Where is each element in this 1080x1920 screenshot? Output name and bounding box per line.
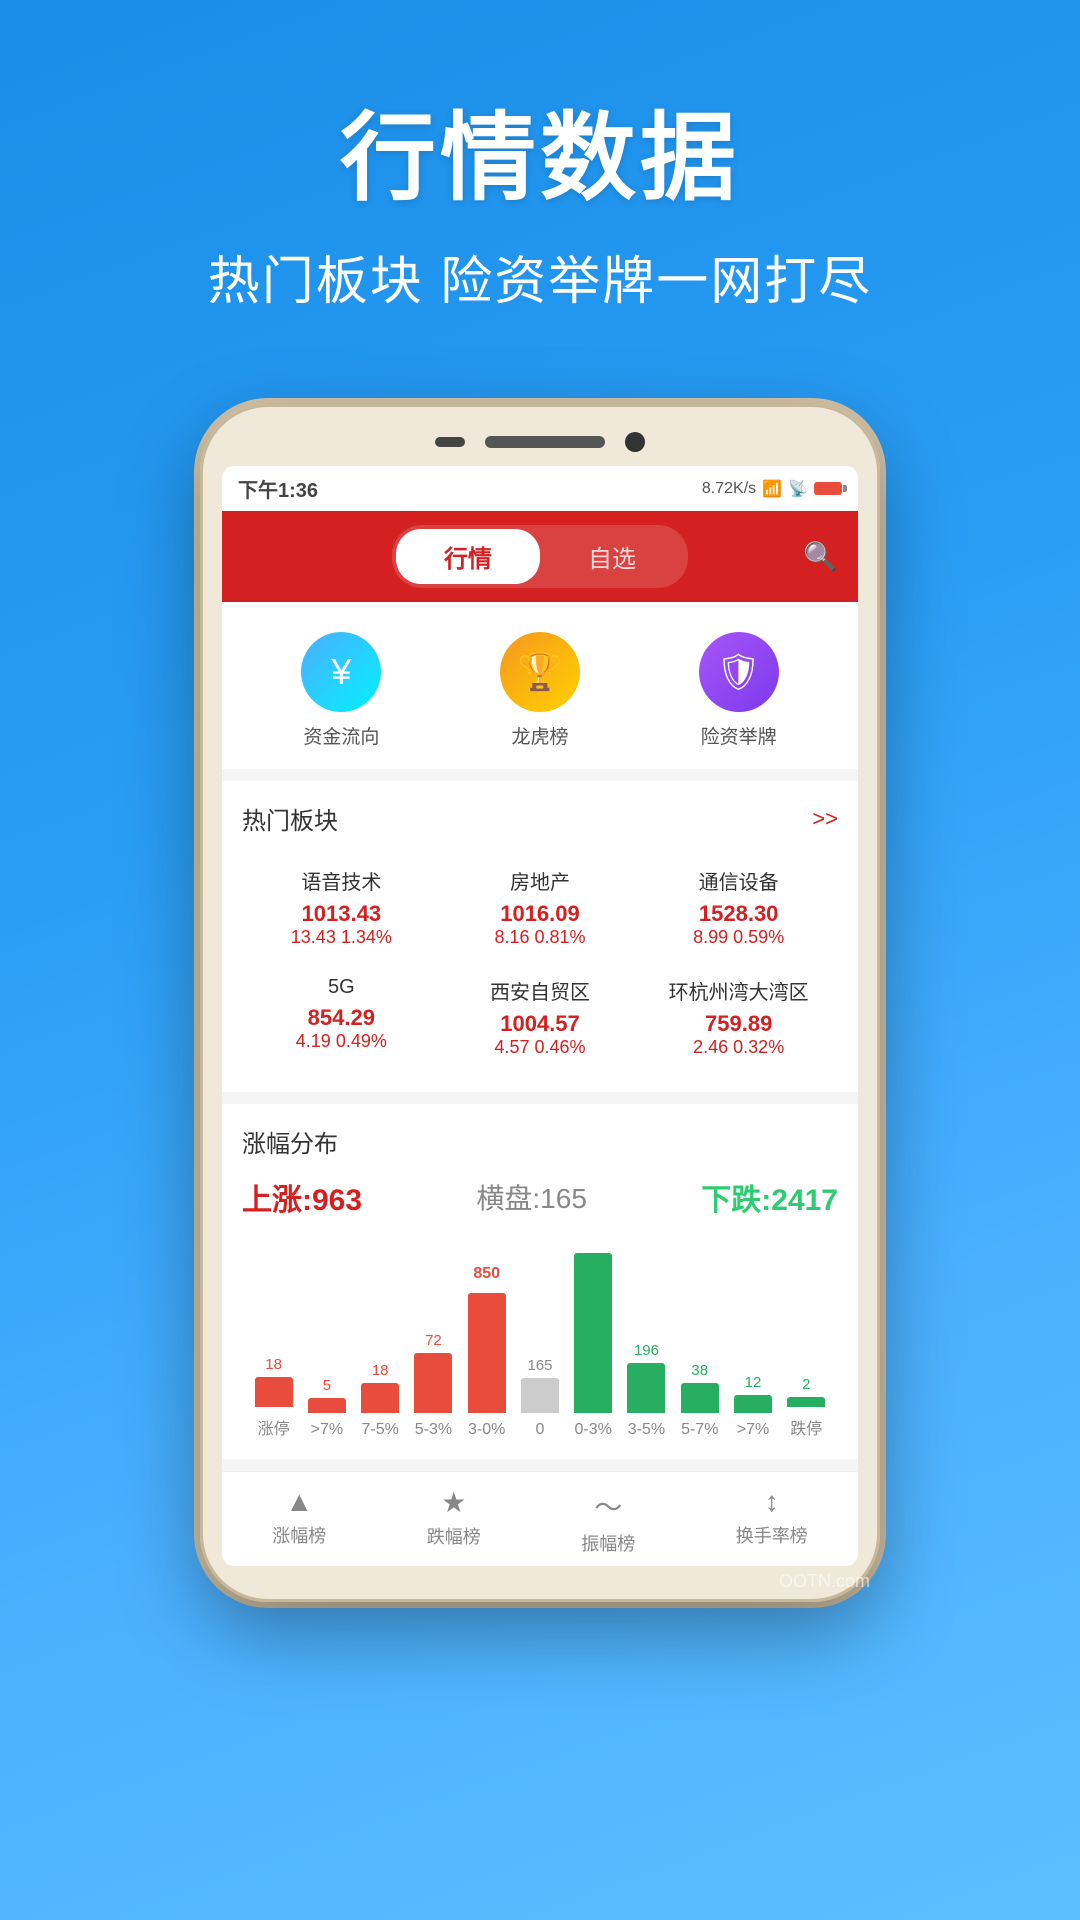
sector-change: 4.19 0.49%: [252, 1031, 431, 1052]
sector-price: 1004.57: [451, 1011, 630, 1037]
sector-price: 1016.09: [451, 901, 630, 927]
sector-name: 通信设备: [649, 866, 828, 895]
hot-sectors-section: 热门板块 >> 语音技术 1013.43 13.43 1.34% 房地产 101…: [222, 781, 858, 1092]
wifi-icon: 📡: [788, 479, 808, 499]
main-content: ¥ 资金流向 🏆 龙虎榜 🛡 险资举牌 热门板块: [222, 602, 858, 1566]
hot-sectors-header: 热门板块 >>: [242, 801, 838, 836]
bar-group-0-3: 2169 0-3%: [574, 1239, 612, 1439]
tab-turnover-rank[interactable]: ↕ 换手率榜: [736, 1486, 808, 1556]
sector-change: 4.57 0.46%: [451, 1037, 630, 1058]
insurance-icon: 🛡: [699, 632, 779, 712]
sector-item[interactable]: 5G 854.29 4.19 0.49%: [242, 962, 441, 1072]
sector-item[interactable]: 语音技术 1013.43 13.43 1.34%: [242, 852, 441, 962]
tab-market[interactable]: 行情: [396, 529, 540, 584]
phone-top: [222, 432, 858, 452]
rise-flat-count: 横盘:165: [476, 1177, 587, 1217]
amplitude-rank-icon: 〜: [594, 1486, 622, 1526]
fall-rank-icon: ★: [441, 1486, 466, 1519]
sector-item[interactable]: 环杭州湾大湾区 759.89 2.46 0.32%: [639, 962, 838, 1072]
search-icon[interactable]: 🔍: [803, 540, 838, 573]
battery-icon: [814, 482, 842, 495]
dragon-tiger-icon: 🏆: [500, 632, 580, 712]
sector-name: 环杭州湾大湾区: [649, 976, 828, 1005]
signal-icon: 📶: [762, 479, 782, 499]
capital-flow-label: 资金流向: [303, 722, 379, 749]
rise-rank-label: 涨幅榜: [272, 1522, 326, 1548]
hero-subtitle: 热门板块 险资举牌一网打尽: [40, 239, 1040, 314]
sector-price: 854.29: [252, 1005, 431, 1031]
rise-rank-icon: ▲: [285, 1486, 313, 1518]
sectors-grid: 语音技术 1013.43 13.43 1.34% 房地产 1016.09 8.1…: [242, 852, 838, 1072]
hot-sectors-more[interactable]: >>: [812, 806, 838, 832]
tab-watchlist[interactable]: 自选: [540, 529, 684, 584]
watermark: OOTN.com: [779, 1571, 870, 1592]
bar-group-limit-down: 2 跌停: [787, 1370, 825, 1439]
nav-tabs: 行情 自选: [392, 525, 688, 588]
bar-group-gt7-down: 12 >7%: [734, 1368, 772, 1439]
bar-group-gt7: 5 >7%: [308, 1371, 346, 1439]
fall-rank-label: 跌幅榜: [427, 1523, 481, 1549]
rise-summary: 上涨:963 横盘:165 下跌:2417: [242, 1175, 838, 1219]
bar-chart: 18 涨停 5 >7%: [242, 1239, 838, 1439]
phone-body: 下午1:36 8.72K/s 📶 📡 行情 自选 🔍: [200, 404, 880, 1602]
sector-price: 759.89: [649, 1011, 828, 1037]
quick-icon-insurance[interactable]: 🛡 险资举牌: [699, 632, 779, 749]
sector-name: 语音技术: [252, 866, 431, 895]
bar-group-flat: 165 0: [521, 1351, 559, 1439]
nav-bar: 行情 自选 🔍: [222, 511, 858, 602]
sector-name: 西安自贸区: [451, 976, 630, 1005]
bar-group-3-5: 196 3-5%: [627, 1336, 665, 1439]
quick-icons-row: ¥ 资金流向 🏆 龙虎榜 🛡 险资举牌: [222, 602, 858, 769]
phone-screen: 下午1:36 8.72K/s 📶 📡 行情 自选 🔍: [222, 466, 858, 1566]
bottom-tabs: ▲ 涨幅榜 ★ 跌幅榜 〜 振幅榜 ↕ 换手率榜: [222, 1471, 858, 1566]
rise-distribution-section: 涨幅分布 上涨:963 横盘:165 下跌:2417 18: [222, 1104, 858, 1459]
status-bar: 下午1:36 8.72K/s 📶 📡: [222, 466, 858, 511]
rise-down-count: 下跌:2417: [701, 1175, 838, 1219]
bar-group-7-5: 18 7-5%: [361, 1356, 399, 1439]
quick-icon-capital-flow[interactable]: ¥ 资金流向: [301, 632, 381, 749]
sector-name: 房地产: [451, 866, 630, 895]
tab-amplitude-rank[interactable]: 〜 振幅榜: [581, 1486, 635, 1556]
status-time: 下午1:36: [238, 474, 318, 503]
rise-up-count: 上涨:963: [242, 1175, 362, 1219]
rise-distribution-title: 涨幅分布: [242, 1124, 838, 1159]
sector-name: 5G: [252, 976, 431, 999]
sector-change: 8.16 0.81%: [451, 927, 630, 948]
bar-group-5-3: 72 5-3%: [414, 1326, 452, 1439]
bar-group-5-7: 38 5-7%: [681, 1356, 719, 1439]
tab-rise-rank[interactable]: ▲ 涨幅榜: [272, 1486, 326, 1556]
hero-section: 行情数据 热门板块 险资举牌一网打尽: [0, 0, 1080, 354]
turnover-rank-label: 换手率榜: [736, 1522, 808, 1548]
insurance-label: 险资举牌: [701, 722, 777, 749]
amplitude-rank-label: 振幅榜: [581, 1530, 635, 1556]
tab-fall-rank[interactable]: ★ 跌幅榜: [427, 1486, 481, 1556]
network-speed: 8.72K/s: [702, 480, 756, 498]
sector-price: 1528.30: [649, 901, 828, 927]
sector-change: 8.99 0.59%: [649, 927, 828, 948]
dragon-tiger-label: 龙虎榜: [511, 722, 568, 749]
phone-speaker: [485, 436, 605, 448]
sector-item[interactable]: 西安自贸区 1004.57 4.57 0.46%: [441, 962, 640, 1072]
phone-sensor: [435, 437, 465, 447]
sector-change: 13.43 1.34%: [252, 927, 431, 948]
quick-icon-dragon-tiger[interactable]: 🏆 龙虎榜: [500, 632, 580, 749]
bar-group-limit-up: 18 涨停: [255, 1350, 293, 1439]
hot-sectors-title: 热门板块: [242, 801, 338, 836]
sector-item[interactable]: 通信设备 1528.30 8.99 0.59%: [639, 852, 838, 962]
phone-camera: [625, 432, 645, 452]
capital-flow-icon: ¥: [301, 632, 381, 712]
bar-group-3-0: 850 3-0%: [468, 1265, 506, 1439]
sector-item[interactable]: 房地产 1016.09 8.16 0.81%: [441, 852, 640, 962]
hero-title: 行情数据: [40, 80, 1040, 219]
sector-price: 1013.43: [252, 901, 431, 927]
sector-change: 2.46 0.32%: [649, 1037, 828, 1058]
status-right: 8.72K/s 📶 📡: [702, 479, 842, 499]
turnover-rank-icon: ↕: [765, 1486, 779, 1518]
phone-mockup: 下午1:36 8.72K/s 📶 📡 行情 自选 🔍: [0, 404, 1080, 1602]
